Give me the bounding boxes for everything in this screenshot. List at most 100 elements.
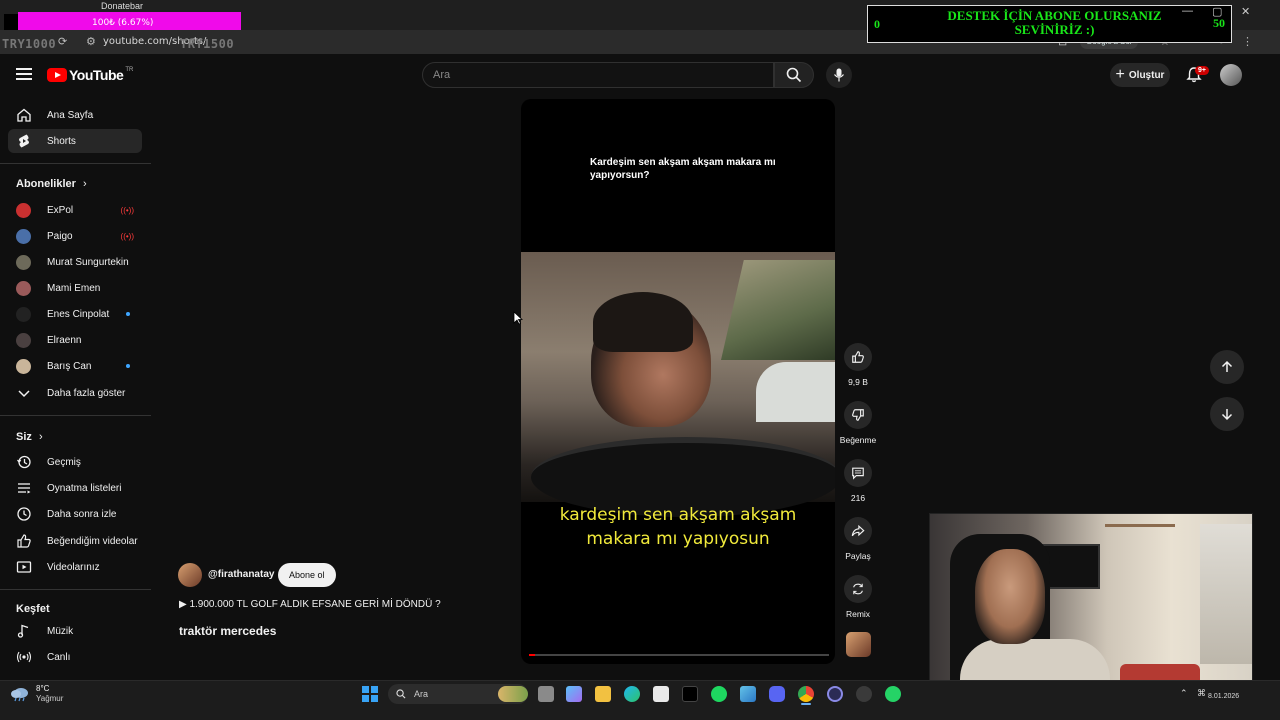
sidebar-item-live[interactable]: Canlı [8,645,142,669]
sidebar-item-subscription[interactable]: Murat Sungurtekin [8,250,142,274]
copilot-icon[interactable] [566,686,582,702]
subscribe-button[interactable]: Abone ol [278,563,336,587]
microphone-icon [834,68,844,82]
channel-avatar[interactable] [178,563,202,587]
widgets-news-icon[interactable] [498,686,528,702]
channel-avatar [16,306,31,322]
short-top-caption: Kardeşim sen akşam akşam makara mı yapıy… [590,157,776,181]
short-video-player[interactable]: Kardeşim sen akşam akşam makara mı yapıy… [521,99,835,664]
voice-search-button[interactable] [826,62,852,88]
next-short-button[interactable] [1210,397,1244,431]
chrome-icon[interactable] [798,686,814,702]
sidebar-show-more[interactable]: Daha fazla göster [8,381,142,405]
explore-heading: Keşfet [16,603,50,615]
promo-left-count: 0 [874,17,880,31]
like-circle[interactable] [844,343,872,371]
video-progress-bar[interactable] [529,654,829,656]
minimize-icon[interactable]: — [1182,5,1193,17]
sidebar-item-subscription[interactable]: Paigo ((•)) [8,224,142,248]
maximize-icon[interactable]: ▢ [1212,5,1222,18]
windows-start-icon[interactable] [362,686,378,702]
edge-icon[interactable] [624,686,640,702]
search-box[interactable] [422,62,774,88]
comments-circle[interactable] [844,459,872,487]
sidebar-item-history[interactable]: Geçmiş [8,450,142,474]
spotify-icon[interactable] [711,686,727,702]
sidebar-item-subscription[interactable]: Enes Cinpolat [8,302,142,326]
search-input[interactable] [433,69,753,81]
tray-chevron-icon[interactable]: ⌃ [1180,688,1188,699]
site-info-icon[interactable]: ⚙ [86,35,96,48]
webcam-person-head [975,549,1045,644]
share-circle[interactable] [844,517,872,545]
create-button[interactable]: + Oluştur [1110,63,1170,87]
sidebar-item-subscription[interactable]: Elraenn [8,328,142,352]
new-content-dot [126,364,130,368]
store-icon[interactable] [653,686,669,702]
your-videos-icon [16,561,32,573]
sidebar-item-liked[interactable]: Beğendiğim videolar [8,529,142,553]
taskbar-date[interactable]: 8.01.2026 [1208,693,1239,700]
driver-hair [593,292,693,352]
sidebar-item-subscription[interactable]: Barış Can [8,354,142,378]
donate-progress-text: 100₺ (6.67%) [92,18,154,28]
rain-cloud-icon [11,688,28,702]
youtube-logo[interactable]: YouTube TR [47,67,133,83]
sidebar-item-subscription[interactable]: ExPol ((•)) [8,198,142,222]
sidebar-item-music[interactable]: Müzik [8,619,142,643]
network-icon[interactable]: ⌘ [1197,688,1206,699]
chrome-menu-icon[interactable]: ⋮ [1242,35,1253,48]
sidebar-item-watch-later[interactable]: Daha sonra izle [8,502,142,526]
dislike-circle[interactable] [844,401,872,429]
stream-promo-box: 0 DESTEK İÇİN ABONE OLURSANIZ SEVİNİRİZ … [867,5,1232,43]
reload-icon[interactable]: ⟳ [58,35,67,48]
sidebar-item-shorts[interactable]: Shorts [8,129,142,153]
promo-text: DESTEK İÇİN ABONE OLURSANIZ SEVİNİRİZ :) [947,8,1162,37]
sidebar-item-label: ExPol [47,204,74,216]
previous-short-button[interactable] [1210,350,1244,384]
file-explorer-icon[interactable] [595,686,611,702]
channel-handle[interactable]: @firathanatay [208,569,274,580]
liked-icon [17,534,31,548]
sidebar-item-label: Paigo [47,230,73,242]
tiktok-icon[interactable] [682,686,698,702]
sidebar-item-home[interactable]: Ana Sayfa [8,103,142,127]
sidebar-item-label: Geçmiş [47,456,81,468]
channel-avatar [16,254,31,270]
app-icon[interactable] [740,686,756,702]
remix-circle[interactable] [844,575,872,603]
whatsapp-icon[interactable] [885,686,901,702]
remix-button[interactable]: Remix [838,575,878,619]
comments-button[interactable]: 216 [838,459,878,503]
sidebar-item-playlists[interactable]: Oynatma listeleri [8,476,142,500]
discord-icon[interactable] [769,686,785,702]
hamburger-menu-icon[interactable] [16,68,32,82]
like-button[interactable]: 9,9 B [838,343,878,387]
settings-gear-icon[interactable] [856,686,872,702]
linked-video-title[interactable]: ▶ 1.900.000 TL GOLF ALDIK EFSANE GERİ Mİ… [179,599,441,610]
short-title[interactable]: traktör mercedes [179,624,276,638]
sidebar-item-subscription[interactable]: Mami Emen [8,276,142,300]
stream-goal-left: TRY1000 [2,37,57,51]
account-avatar[interactable] [1220,64,1242,86]
sidebar-item-your-videos[interactable]: Videolarınız [8,555,142,579]
task-view-icon[interactable] [538,686,554,702]
dislike-button[interactable]: Beğenme [838,401,878,445]
obs-icon[interactable] [827,686,843,702]
dislike-label: Beğenme [839,435,877,445]
audio-source-thumbnail[interactable] [846,632,871,657]
streamer-webcam [929,513,1253,695]
chevron-right-icon: › [82,178,87,190]
subscriptions-heading[interactable]: Abonelikler › [16,178,87,190]
sidebar-item-label: Videolarınız [47,561,100,573]
live-indicator-icon: ((•)) [120,205,134,215]
search-button[interactable] [774,62,814,88]
you-heading[interactable]: Siz › [16,431,43,443]
weather-widget[interactable]: 8°C Yağmur [10,684,63,704]
sidebar-divider [0,163,151,164]
share-button[interactable]: Paylaş [838,517,878,561]
close-window-icon[interactable]: ✕ [1241,5,1250,18]
history-icon [17,455,31,469]
comment-count: 216 [850,493,866,503]
youtube-logo-text: YouTube [69,67,124,83]
